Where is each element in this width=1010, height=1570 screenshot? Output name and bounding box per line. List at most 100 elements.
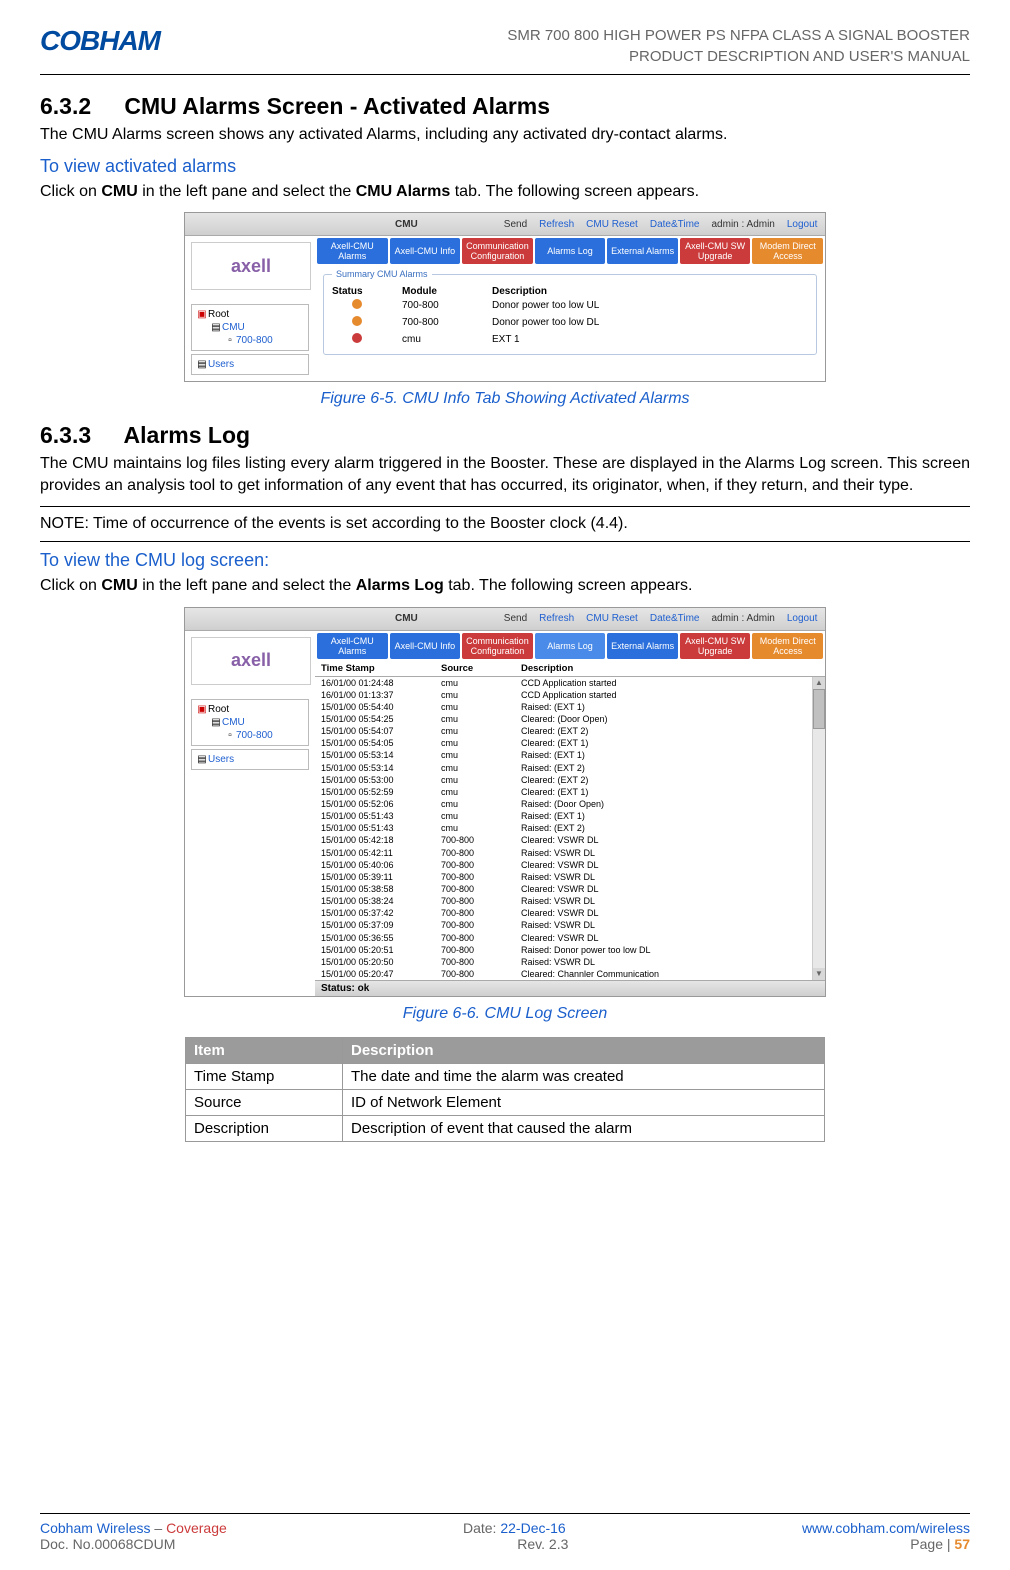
tree-cmu[interactable]: CMU — [222, 717, 245, 728]
log-row: 15/01/00 05:38:24700-800Raised: VSWR DL — [321, 895, 819, 907]
topbar-refresh[interactable]: Refresh — [539, 613, 574, 624]
tree-root-icon: ▣ — [196, 309, 208, 320]
scroll-thumb[interactable] — [813, 689, 825, 729]
table-row: Time StampThe date and time the alarm wa… — [186, 1064, 825, 1090]
tab-comm-config[interactable]: Communication Configuration — [462, 238, 533, 264]
log-row: 15/01/00 05:42:18700-800Cleared: VSWR DL — [321, 834, 819, 846]
tree-root[interactable]: Root — [208, 704, 229, 715]
log-ts: 15/01/00 05:54:25 — [321, 713, 441, 725]
log-src: cmu — [441, 774, 521, 786]
status-dot-icon — [352, 316, 362, 326]
nav-tree[interactable]: ▣Root ▤CMU ▫700-800 — [191, 304, 309, 351]
tree-band-icon: ▫ — [224, 335, 236, 346]
tree-band[interactable]: 700-800 — [236, 730, 273, 741]
axell-logo: axell — [191, 637, 311, 685]
footer-date-value: 22-Dec-16 — [500, 1520, 565, 1536]
log-row: 15/01/00 05:37:42700-800Cleared: VSWR DL — [321, 907, 819, 919]
log-ts: 15/01/00 05:20:51 — [321, 944, 441, 956]
figure-6-6-screenshot: CMU Send Refresh CMU Reset Date&Time adm… — [184, 607, 826, 998]
topbar-logout[interactable]: Logout — [787, 219, 818, 230]
tab-sw-upgrade[interactable]: Axell-CMU SW Upgrade — [680, 238, 751, 264]
topbar-logout[interactable]: Logout — [787, 613, 818, 624]
tree-band[interactable]: 700-800 — [236, 335, 273, 346]
topbar-datetime[interactable]: Date&Time — [650, 219, 700, 230]
tab-cmu-info[interactable]: Axell-CMU Info — [390, 238, 461, 264]
log-ts: 15/01/00 05:38:58 — [321, 883, 441, 895]
panel-legend: Summary CMU Alarms — [332, 269, 432, 279]
alarm-row: cmuEXT 1 — [332, 331, 808, 348]
alarm-desc: Donor power too low UL — [492, 300, 808, 311]
log-ts: 15/01/00 05:40:06 — [321, 859, 441, 871]
topbar-admin: admin : Admin — [712, 219, 775, 230]
alarms-panel: Summary CMU Alarms Status Module Descrip… — [323, 274, 817, 355]
log-src: 700-800 — [441, 871, 521, 883]
tab-cmu-alarms[interactable]: Axell-CMU Alarms — [317, 238, 388, 264]
topbar-admin: admin : Admin — [712, 613, 775, 624]
scroll-down-icon[interactable]: ▼ — [813, 968, 825, 980]
nav-tree[interactable]: ▣Root ▤CMU ▫700-800 — [191, 699, 309, 746]
tab-modem[interactable]: Modem Direct Access — [752, 633, 823, 659]
tree-users[interactable]: Users — [208, 754, 234, 765]
log-desc: Cleared: (Door Open) — [521, 713, 819, 725]
log-ts: 15/01/00 05:42:11 — [321, 847, 441, 859]
log-desc: Cleared: VSWR DL — [521, 932, 819, 944]
section-number: 6.3.3 — [40, 422, 118, 449]
topbar-datetime[interactable]: Date&Time — [650, 613, 700, 624]
col-timestamp: Time Stamp — [321, 663, 441, 674]
log-scrollbar[interactable]: ▲ ▼ — [812, 677, 825, 981]
tab-sw-upgrade[interactable]: Axell-CMU SW Upgrade — [680, 633, 751, 659]
tab-alarms-log-active[interactable]: Alarms Log — [535, 633, 606, 659]
tabs: Axell-CMU Alarms Axell-CMU Info Communic… — [315, 631, 825, 661]
topbar-cmu-reset[interactable]: CMU Reset — [586, 613, 638, 624]
tab-modem[interactable]: Modem Direct Access — [752, 238, 823, 264]
log-desc: Cleared: VSWR DL — [521, 883, 819, 895]
tab-comm-config[interactable]: Communication Configuration — [462, 633, 533, 659]
footer-docno: Doc. No.00068CDUM — [40, 1536, 175, 1552]
log-src: 700-800 — [441, 968, 521, 980]
tree-users[interactable]: Users — [208, 359, 234, 370]
log-src: 700-800 — [441, 883, 521, 895]
alarm-row: 700-800Donor power too low DL — [332, 314, 808, 331]
status-bar: Status: ok — [315, 980, 825, 996]
tree-users-icon: ▤ — [196, 754, 208, 765]
footer-coverage: Coverage — [166, 1520, 227, 1536]
cell-item: Time Stamp — [186, 1064, 343, 1090]
log-row: 16/01/00 01:13:37cmuCCD Application star… — [321, 689, 819, 701]
section-title: Alarms Log — [124, 422, 251, 448]
topbar-send[interactable]: Send — [504, 219, 527, 230]
log-ts: 15/01/00 05:54:40 — [321, 701, 441, 713]
tab-alarms-log[interactable]: Alarms Log — [535, 238, 606, 264]
tabs: Axell-CMU Alarms Axell-CMU Info Communic… — [315, 236, 825, 266]
log-src: cmu — [441, 737, 521, 749]
tree-root[interactable]: Root — [208, 309, 229, 320]
topbar-cmu-reset[interactable]: CMU Reset — [586, 219, 638, 230]
figure-6-6-caption: Figure 6-6. CMU Log Screen — [40, 1005, 970, 1023]
topbar-refresh[interactable]: Refresh — [539, 219, 574, 230]
log-row: 15/01/00 05:51:43cmuRaised: (EXT 1) — [321, 810, 819, 822]
log-desc: Cleared: VSWR DL — [521, 907, 819, 919]
tab-cmu-alarms[interactable]: Axell-CMU Alarms — [317, 633, 388, 659]
footer-page-label: Page | — [910, 1536, 954, 1552]
alarm-row: 700-800Donor power too low UL — [332, 297, 808, 314]
alarm-module: 700-800 — [402, 300, 492, 311]
log-row: 15/01/00 05:54:05cmuCleared: (EXT 1) — [321, 737, 819, 749]
log-row: 15/01/00 05:54:07cmuCleared: (EXT 2) — [321, 725, 819, 737]
log-row: 15/01/00 05:53:00cmuCleared: (EXT 2) — [321, 774, 819, 786]
alarm-module: 700-800 — [402, 317, 492, 328]
log-row: 15/01/00 05:54:25cmuCleared: (Door Open) — [321, 713, 819, 725]
tab-external-alarms[interactable]: External Alarms — [607, 238, 678, 264]
log-row: 15/01/00 05:36:55700-800Cleared: VSWR DL — [321, 932, 819, 944]
tab-cmu-info[interactable]: Axell-CMU Info — [390, 633, 461, 659]
log-row: 15/01/00 05:40:06700-800Cleared: VSWR DL — [321, 859, 819, 871]
tab-external-alarms[interactable]: External Alarms — [607, 633, 678, 659]
scroll-up-icon[interactable]: ▲ — [813, 677, 825, 689]
table-row: DescriptionDescription of event that cau… — [186, 1116, 825, 1142]
footer-date-label: Date: — [463, 1520, 500, 1536]
axell-logo: axell — [191, 242, 311, 290]
cell-desc: ID of Network Element — [343, 1090, 825, 1116]
section-instruction: Click on CMU in the left pane and select… — [40, 575, 970, 597]
log-row: 15/01/00 05:20:50700-800Raised: VSWR DL — [321, 956, 819, 968]
topbar-send[interactable]: Send — [504, 613, 527, 624]
log-desc: Raised: (EXT 1) — [521, 810, 819, 822]
tree-cmu[interactable]: CMU — [222, 322, 245, 333]
